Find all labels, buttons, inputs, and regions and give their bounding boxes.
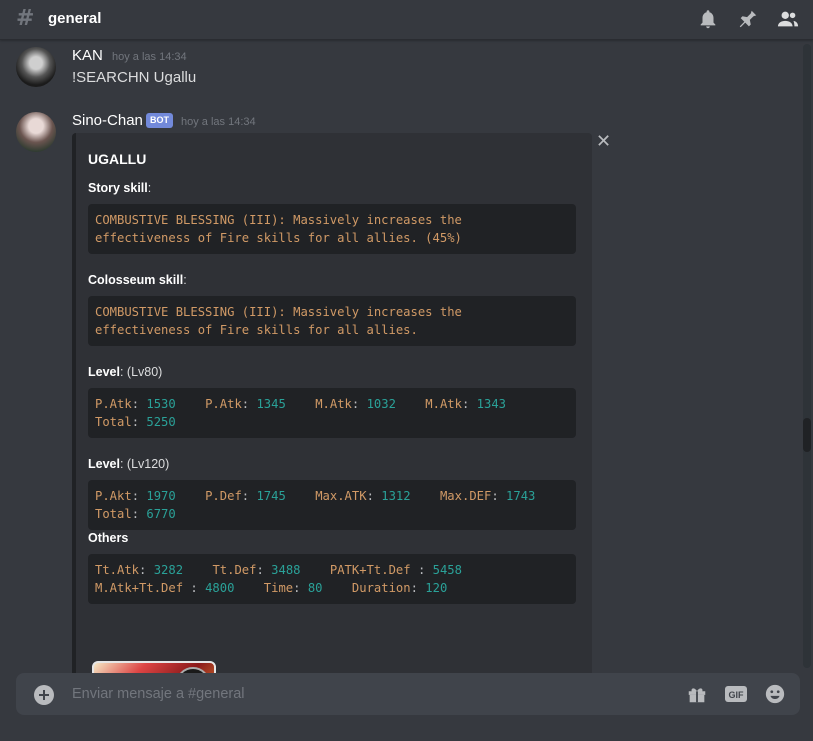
discord-window: # general KAN hoy a las 14:34 !SEARCHN U… [0, 0, 813, 741]
gif-icon[interactable]: GIF [724, 683, 748, 709]
code-block-others: Tt.Atk: 3282 Tt.Def: 3488 PATK+Tt.Def : … [88, 554, 576, 604]
avatar[interactable] [16, 47, 56, 87]
username[interactable]: Sino-Chan [72, 112, 143, 129]
embed-title: UGALLU [88, 151, 147, 167]
message-input[interactable] [72, 673, 662, 715]
code-block-story-skill: COMBUSTIVE BLESSING (III): Massively inc… [88, 204, 576, 254]
composer-toolbar: GIF [686, 683, 786, 709]
emoji-icon[interactable] [764, 683, 786, 709]
code-block-level-80: P.Atk: 1530 P.Atk: 1345 M.Atk: 1032 M.At… [88, 388, 576, 438]
message-composer: GIF [16, 673, 800, 715]
bell-icon[interactable] [697, 8, 719, 30]
field-story-skill: Story skill: [88, 181, 152, 195]
header-toolbar [697, 8, 799, 30]
add-attachment-button[interactable] [34, 685, 54, 705]
username[interactable]: KAN [72, 47, 103, 64]
svg-text:GIF: GIF [729, 690, 745, 700]
field-others: Others [88, 531, 129, 545]
avatar[interactable] [16, 112, 56, 152]
message-text: !SEARCHN Ugallu [72, 69, 197, 86]
scrollbar[interactable] [803, 44, 811, 668]
embed-image[interactable] [92, 661, 216, 673]
bottom-spacer [0, 715, 813, 741]
members-icon[interactable] [777, 8, 799, 30]
gift-icon[interactable] [686, 683, 708, 709]
channel-name: general [48, 10, 102, 27]
code-block-colosseum-skill: COMBUSTIVE BLESSING (III): Massively inc… [88, 296, 576, 346]
channel-header: # general [0, 0, 813, 40]
pin-icon[interactable] [737, 8, 759, 30]
bot-tag: BOT [146, 113, 173, 128]
hashtag-icon: # [16, 6, 35, 31]
scrollbar-thumb[interactable] [803, 418, 811, 452]
code-block-level-120: P.Akt: 1970 P.Def: 1745 Max.ATK: 1312 Ma… [88, 480, 576, 530]
field-colosseum-skill: Colosseum skill: [88, 273, 187, 287]
message-list[interactable]: KAN hoy a las 14:34 !SEARCHN Ugallu Sino… [0, 41, 800, 673]
embed: ✕ UGALLU Story skill: COMBUSTIVE BLESSIN… [72, 131, 611, 673]
timestamp: hoy a las 14:34 [112, 51, 187, 63]
timestamp: hoy a las 14:34 [181, 116, 256, 128]
field-level-80: Level: (Lv80) [88, 365, 163, 379]
close-icon[interactable]: ✕ [596, 131, 611, 152]
field-level-120: Level: (Lv120) [88, 457, 170, 471]
